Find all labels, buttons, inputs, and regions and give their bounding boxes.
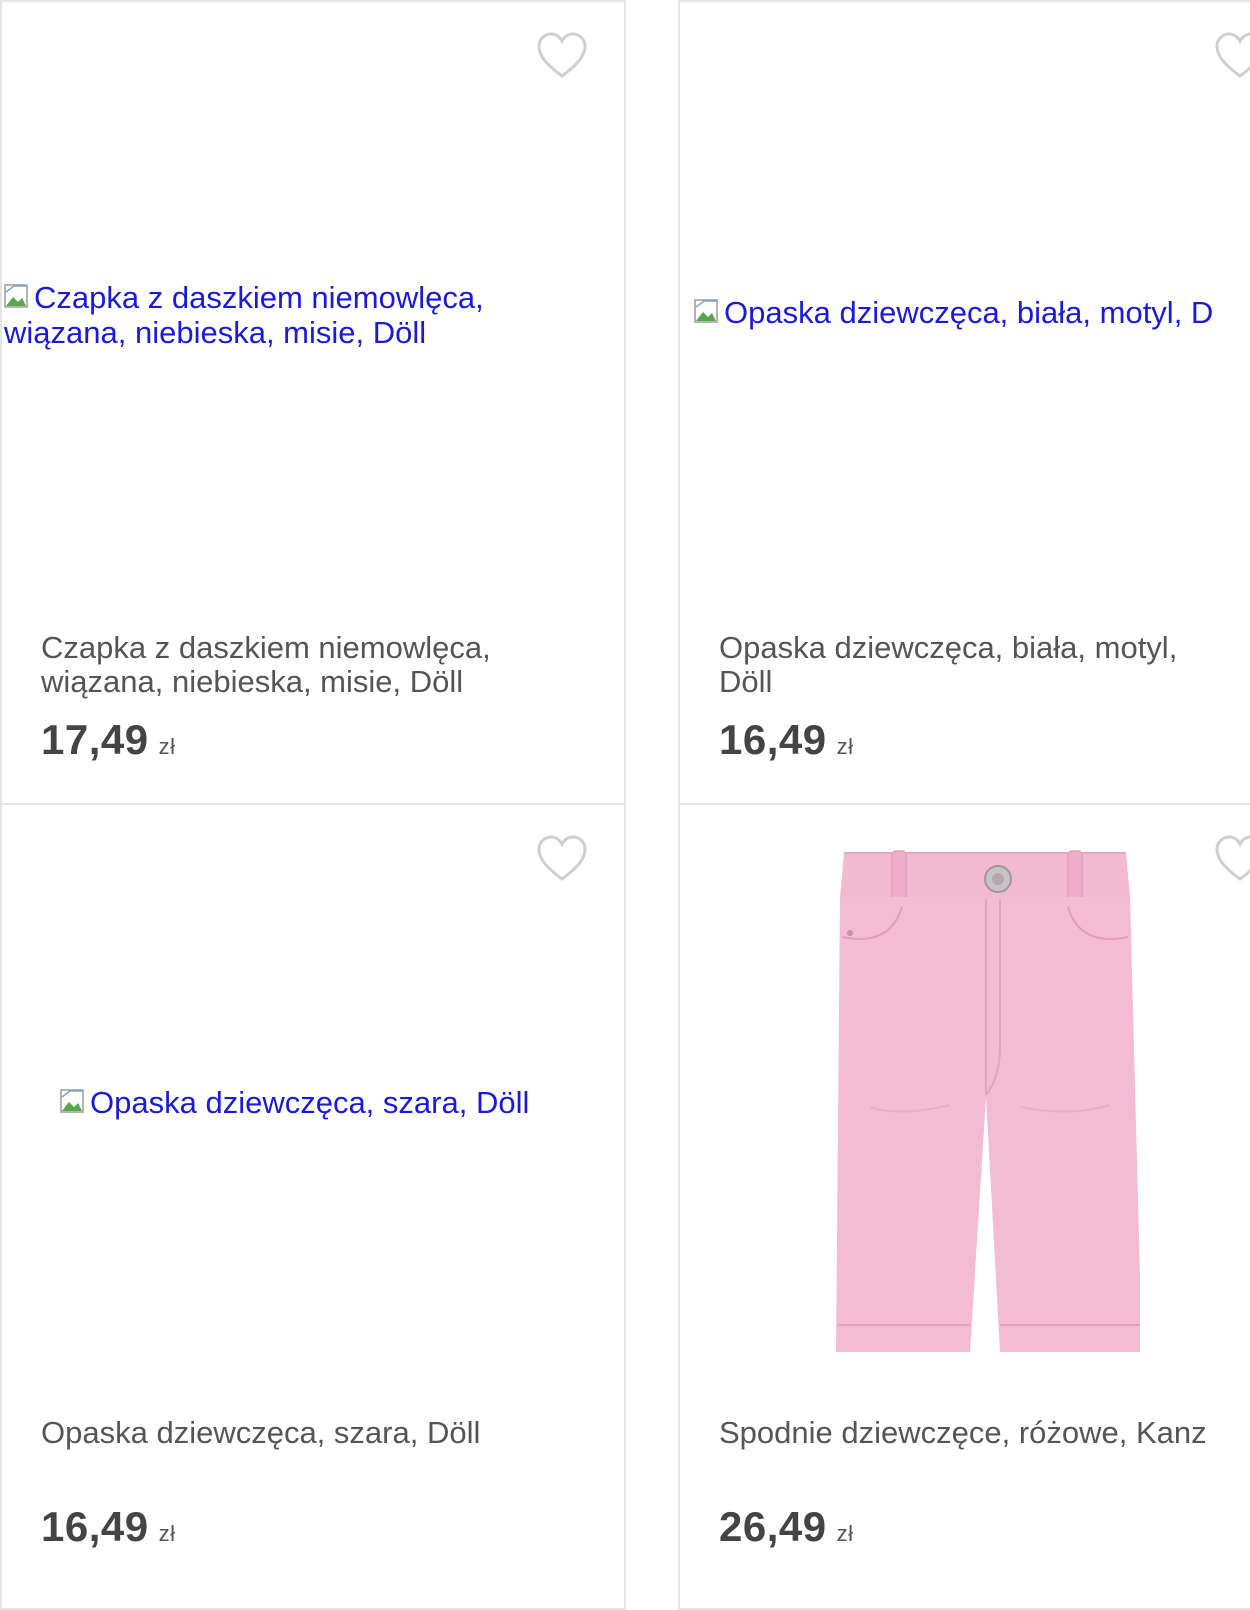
pink-pants-image[interactable] <box>830 847 1140 1367</box>
price-value: 17,49 <box>41 716 149 763</box>
broken-image-icon <box>4 282 32 310</box>
product-image-alt[interactable]: Opaska dziewczęca, szara, Döll <box>60 1085 529 1120</box>
product-image-area[interactable]: Opaska dziewczęca, szara, Döll <box>2 805 624 1405</box>
product-title[interactable]: Spodnie dziewczęce, różowe, Kanz <box>719 1416 1250 1450</box>
product-title[interactable]: Opaska dziewczęca, biała, motyl, Döll <box>719 631 1239 699</box>
product-title[interactable]: Czapka z daszkiem niemowlęca, wiązana, n… <box>41 631 561 699</box>
price-currency: zł <box>836 734 854 759</box>
product-price: 16,49 zł <box>41 1503 176 1551</box>
price-value: 26,49 <box>719 1503 827 1550</box>
broken-image-icon <box>60 1087 88 1115</box>
price-value: 16,49 <box>41 1503 149 1550</box>
product-image-alt[interactable]: Opaska dziewczęca, biała, motyl, D <box>694 295 1213 330</box>
product-card[interactable]: Opaska dziewczęca, szara, Döll Opaska dz… <box>0 803 626 1610</box>
price-currency: zł <box>836 1521 854 1546</box>
broken-image-icon <box>694 297 722 325</box>
price-value: 16,49 <box>719 716 827 763</box>
heart-outline-icon[interactable] <box>536 835 588 883</box>
product-card[interactable]: Opaska dziewczęca, biała, motyl, D Opask… <box>678 0 1250 805</box>
product-price: 17,49 zł <box>41 716 176 764</box>
product-image-area[interactable]: Czapka z daszkiem niemowlęca, wiązana, n… <box>2 2 624 602</box>
heart-outline-icon[interactable] <box>1214 835 1250 883</box>
product-price: 26,49 zł <box>719 1503 854 1551</box>
product-card[interactable]: Czapka z daszkiem niemowlęca, wiązana, n… <box>0 0 626 805</box>
price-currency: zł <box>158 1521 176 1546</box>
heart-outline-icon[interactable] <box>1214 32 1250 80</box>
product-title[interactable]: Opaska dziewczęca, szara, Döll <box>41 1416 561 1450</box>
product-grid: Czapka z daszkiem niemowlęca, wiązana, n… <box>0 0 1250 1610</box>
price-currency: zł <box>158 734 176 759</box>
product-image-alt[interactable]: Czapka z daszkiem niemowlęca, wiązana, n… <box>4 280 564 350</box>
product-image-area[interactable]: Opaska dziewczęca, biała, motyl, D <box>680 2 1250 602</box>
heart-outline-icon[interactable] <box>536 32 588 80</box>
product-image-area[interactable] <box>680 805 1250 1405</box>
product-price: 16,49 zł <box>719 716 854 764</box>
product-card[interactable]: Spodnie dziewczęce, różowe, Kanz 26,49 zł <box>678 803 1250 1610</box>
